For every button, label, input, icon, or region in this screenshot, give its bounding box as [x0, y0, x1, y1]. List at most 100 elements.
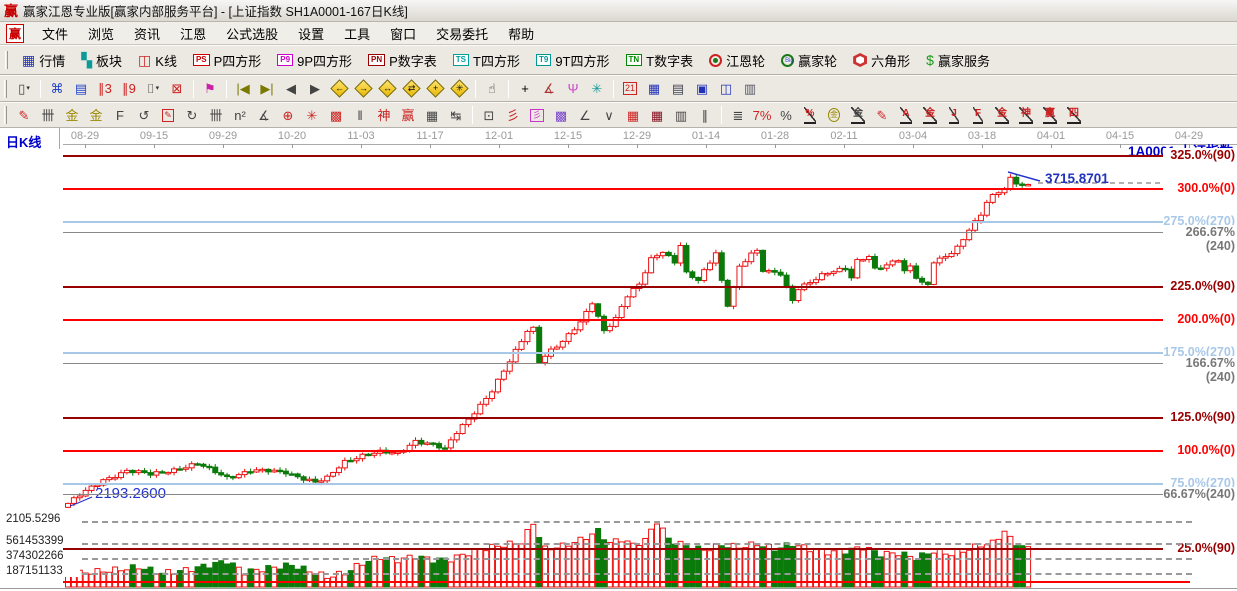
first-bar-icon[interactable]: |◀	[231, 78, 255, 100]
shen-angle-icon[interactable]: 神	[1014, 104, 1038, 126]
grid-3-icon[interactable]: ▥	[669, 104, 693, 126]
h-arrows-icon[interactable]: ↹	[444, 104, 468, 126]
pct-angle-icon[interactable]: %	[798, 104, 822, 126]
candle-dropdown[interactable]: ⌷ ▾	[141, 78, 165, 100]
chart-panel[interactable]: 日K线 1A0001 上证指数 2193.2600 3715.8701 08-2…	[0, 128, 1237, 591]
p-square-button[interactable]: PS P四方形	[185, 47, 269, 74]
candle-type-dropdown[interactable]: ▯ ▾	[12, 78, 36, 100]
spiral-icon[interactable]: ↺	[132, 104, 156, 126]
gann-grid-icon[interactable]: 卌	[36, 104, 60, 126]
quotes-button-label: 行情	[39, 53, 66, 69]
menu-浏览[interactable]: 浏览	[78, 22, 124, 45]
winner-wheel-button[interactable]: Big 赢家轮	[773, 47, 845, 74]
calculator-icon[interactable]: ▦	[642, 78, 666, 100]
menu-窗口[interactable]: 窗口	[380, 22, 426, 45]
print-icon[interactable]: ▥	[738, 78, 762, 100]
menu-公式选股[interactable]: 公式选股	[216, 22, 288, 45]
menu-交易委托[interactable]: 交易委托	[426, 22, 498, 45]
9t-square-button[interactable]: T9 9T四方形	[528, 47, 618, 74]
seven-pct-icon[interactable]: 7%	[750, 104, 774, 126]
bars-3-icon[interactable]: ∥3	[93, 78, 117, 100]
hexagon-button[interactable]: 六角形	[845, 47, 918, 74]
gann-pink-tool-icon[interactable]: Ψ	[561, 78, 585, 100]
gann-level-line	[63, 155, 1163, 158]
gold-grid-icon[interactable]: 金	[60, 104, 84, 126]
sectors-button[interactable]: ▚ 板块	[73, 47, 130, 74]
9p-square-button[interactable]: P9 9P四方形	[269, 47, 360, 74]
kline-button[interactable]: ◫ K线	[130, 47, 185, 74]
ying-grid-icon[interactable]: 赢	[396, 104, 420, 126]
quotes-button[interactable]: ▦ 行情	[14, 47, 73, 74]
marker-box-icon[interactable]: ✎	[156, 104, 180, 126]
dark-grid-icon[interactable]: ▦	[645, 104, 669, 126]
web-box-2-icon[interactable]: ▩	[549, 104, 573, 126]
n-square-icon[interactable]: n²	[228, 104, 252, 126]
grid-2-icon[interactable]: 卌	[204, 104, 228, 126]
angle-line-icon[interactable]: ∠	[573, 104, 597, 126]
last-bar-icon[interactable]: ▶|	[255, 78, 279, 100]
zoom-all-icon[interactable]: +	[423, 78, 447, 100]
shift-right-icon[interactable]: →	[351, 78, 375, 100]
flag-chart-icon[interactable]: ⚑	[198, 78, 222, 100]
winner-service-button[interactable]: $ 赢家服务	[918, 47, 998, 74]
a-wave-icon[interactable]: A	[894, 104, 918, 126]
gann-web-icon[interactable]: ✳	[300, 104, 324, 126]
gold-underline-icon[interactable]: 金	[846, 104, 870, 126]
prev-bar-icon[interactable]: ◀	[279, 78, 303, 100]
gann-wheel-button[interactable]: 江恩轮	[701, 47, 773, 74]
gann-level-line	[63, 351, 1163, 354]
web-box-icon[interactable]: ▩	[324, 104, 348, 126]
fan-box-icon[interactable]: 彡	[525, 104, 549, 126]
angle-tool-icon[interactable]: ∡	[537, 78, 561, 100]
fan-tool-icon[interactable]: ∡	[252, 104, 276, 126]
menu-设置[interactable]: 设置	[288, 22, 334, 45]
j-angle-icon[interactable]: J	[942, 104, 966, 126]
p-number-table-button[interactable]: PN P数字表	[360, 47, 445, 74]
calendar-icon[interactable]: 21	[618, 78, 642, 100]
save-icon[interactable]: ▣	[690, 78, 714, 100]
menu-工具[interactable]: 工具	[334, 22, 380, 45]
report-icon[interactable]: ▤	[666, 78, 690, 100]
t-number-table-button[interactable]: TN T数字表	[618, 47, 702, 74]
t-square-button[interactable]: TS T四方形	[445, 47, 528, 74]
wave-tool-icon[interactable]: ✳	[585, 78, 609, 100]
slash-lines-icon[interactable]: ∥	[693, 104, 717, 126]
red-grid-icon[interactable]: ▦	[621, 104, 645, 126]
compress-h-icon[interactable]: ⇄	[399, 78, 423, 100]
full-view-icon[interactable]: ✳	[447, 78, 471, 100]
zigzag-icon[interactable]: ∨	[597, 104, 621, 126]
pattern-tool-icon[interactable]: ⌘	[45, 78, 69, 100]
gann-box-icon[interactable]: ⊠	[165, 78, 189, 100]
fan-lines-icon[interactable]: 彡	[501, 104, 525, 126]
export-icon[interactable]: ◫	[714, 78, 738, 100]
menu-文件[interactable]: 文件	[32, 22, 78, 45]
crosshair-tool-icon[interactable]: +	[513, 78, 537, 100]
bars-9-icon[interactable]: ∥9	[117, 78, 141, 100]
gold-angle-icon[interactable]: 金	[990, 104, 1014, 126]
box-corner-icon[interactable]: ⊡	[477, 104, 501, 126]
number-grid-icon[interactable]: ▦	[420, 104, 444, 126]
price-steps-icon[interactable]: ≣	[726, 104, 750, 126]
hand-tool-icon[interactable]: ☝	[480, 78, 504, 100]
parallel-lines-icon[interactable]: ‖	[348, 104, 372, 126]
f-grid-icon[interactable]: F	[108, 104, 132, 126]
pencil-tool-icon[interactable]: ✎	[12, 104, 36, 126]
menu-江恩[interactable]: 江恩	[170, 22, 216, 45]
gann-circle-icon[interactable]: ⊕	[276, 104, 300, 126]
shift-left-icon[interactable]: ←	[327, 78, 351, 100]
f-angle-icon[interactable]: F	[966, 104, 990, 126]
expand-h-icon[interactable]: ↔	[375, 78, 399, 100]
shen-grid-icon[interactable]: 神	[372, 104, 396, 126]
notes-icon[interactable]: ▤	[69, 78, 93, 100]
menu-帮助[interactable]: 帮助	[498, 22, 544, 45]
ying-angle-icon[interactable]: 赢	[1038, 104, 1062, 126]
menu-资讯[interactable]: 资讯	[124, 22, 170, 45]
gold-grid-2-icon[interactable]: 金	[84, 104, 108, 126]
flame-pencil-icon[interactable]: ✎	[870, 104, 894, 126]
pct-icon[interactable]: %	[774, 104, 798, 126]
circle-arrow-icon[interactable]: ↻	[180, 104, 204, 126]
next-bar-icon[interactable]: ▶	[303, 78, 327, 100]
gold-circle-icon[interactable]: 金	[822, 104, 846, 126]
si-angle-icon[interactable]: 四	[1062, 104, 1086, 126]
gold-angle-red-icon[interactable]: 金	[918, 104, 942, 126]
